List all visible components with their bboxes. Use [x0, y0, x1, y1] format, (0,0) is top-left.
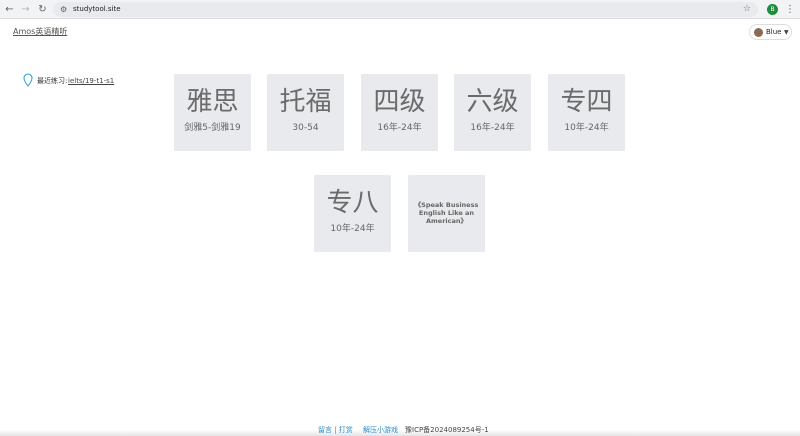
card-title: 六级 — [466, 87, 519, 117]
chevron-down-icon: ▼ — [784, 29, 789, 36]
back-arrow-icon[interactable]: ← — [3, 3, 16, 16]
card-book-title: 《Speak Business English Like an American… — [414, 201, 479, 225]
url-text[interactable]: studytool.site — [73, 4, 121, 15]
card-tem4[interactable]: 专四 10年-24年 — [548, 74, 625, 151]
footer: 留言 | 打赏 解压小游戏 豫ICP备2024089254号-1 — [0, 425, 800, 436]
browser-menu-icon[interactable]: ⋮ — [785, 2, 795, 17]
theme-label: Blue — [766, 28, 782, 36]
site-settings-icon[interactable]: ⚙ — [60, 5, 67, 14]
footer-message-donate-links[interactable]: 留言 | 打赏 — [318, 425, 353, 436]
address-bar[interactable]: ⚙ studytool.site ☆ — [53, 2, 758, 17]
profile-avatar[interactable]: B — [767, 4, 778, 15]
user-avatar-icon — [754, 28, 763, 37]
site-brand-link[interactable]: Amos英语精听 — [13, 26, 67, 37]
card-ielts[interactable]: 雅思 剑雅5-剑雅19 — [174, 74, 251, 151]
footer-icp-text: 豫ICP备2024089254号-1 — [405, 426, 489, 434]
card-subtitle: 16年-24年 — [470, 123, 515, 133]
theme-dropdown[interactable]: Blue ▼ — [749, 24, 792, 40]
card-tem8[interactable]: 专八 10年-24年 — [314, 175, 391, 252]
card-subtitle: 10年-24年 — [330, 224, 375, 234]
card-cet4[interactable]: 四级 16年-24年 — [361, 74, 438, 151]
card-title: 专八 — [326, 188, 379, 218]
recent-label: 最近练习: — [37, 77, 68, 85]
card-title: 专四 — [560, 87, 613, 117]
card-title: 托福 — [279, 87, 332, 117]
card-subtitle: 剑雅5-剑雅19 — [184, 123, 241, 133]
browser-toolbar: ← → ↻ ⚙ studytool.site ☆ B ⋮ — [0, 0, 800, 19]
card-subtitle: 30-54 — [292, 123, 319, 133]
recent-practice-link[interactable]: ielts/19-t1-s1 — [68, 76, 114, 86]
card-toefl[interactable]: 托福 30-54 — [267, 74, 344, 151]
forward-arrow-icon[interactable]: → — [19, 3, 32, 16]
location-pin-icon — [23, 73, 33, 87]
card-business-english[interactable]: 《Speak Business English Like an American… — [408, 175, 485, 252]
card-subtitle: 16年-24年 — [377, 123, 422, 133]
footer-game-link[interactable]: 解压小游戏 — [363, 425, 398, 436]
card-title: 四级 — [373, 87, 426, 117]
card-subtitle: 10年-24年 — [564, 123, 609, 133]
card-title: 雅思 — [186, 87, 239, 117]
card-cet6[interactable]: 六级 16年-24年 — [454, 74, 531, 151]
bookmark-star-icon[interactable]: ☆ — [743, 4, 751, 15]
reload-icon[interactable]: ↻ — [36, 3, 49, 16]
